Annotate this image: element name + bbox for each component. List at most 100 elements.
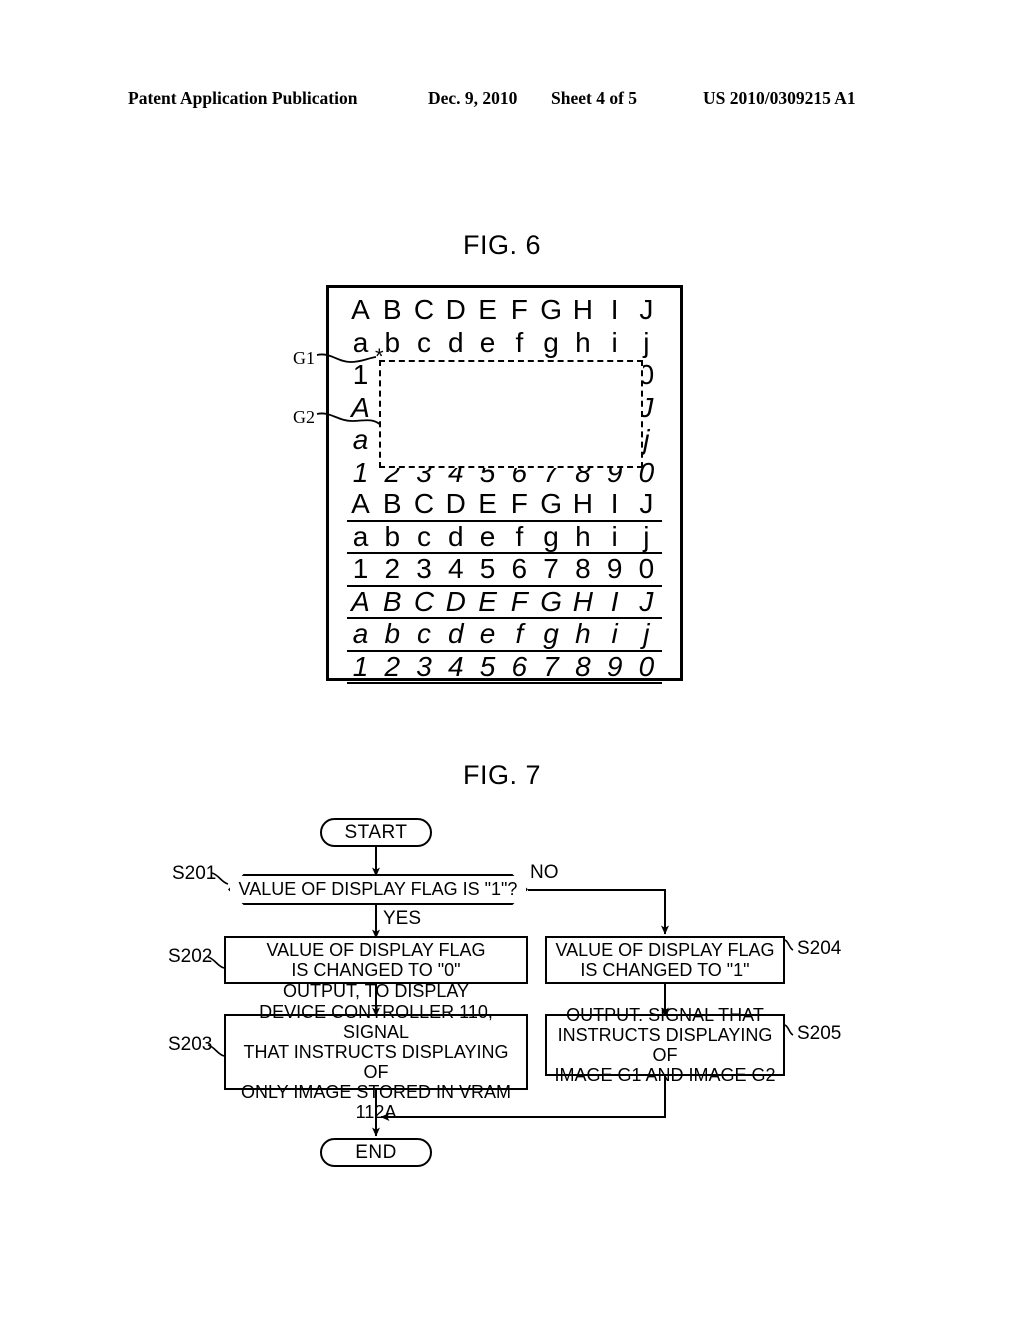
figure-6-glyph: h: [575, 520, 591, 552]
figure-6-glyph: D: [445, 294, 466, 326]
figure-6-glyph: 0: [638, 553, 655, 585]
figure-6-glyph: 1: [352, 553, 369, 585]
figure-6-glyph: B: [382, 585, 402, 617]
flow-node-start[interactable]: START: [320, 818, 432, 847]
figure-6-glyph: i: [611, 520, 618, 552]
page-header: Patent Application Publication Dec. 9, 2…: [0, 88, 1024, 112]
figure-6-row: 1234567890: [347, 554, 662, 587]
figure-6-glyph: G: [540, 294, 562, 326]
figure-6-glyph: A: [351, 294, 370, 326]
figure-6-row: abcdefghij: [347, 619, 662, 652]
leader-line-s205: [784, 1024, 794, 1036]
figure-6-glyph: a: [352, 326, 369, 358]
figure-6-glyph: i: [611, 618, 618, 650]
figure-6-glyph: 5: [479, 553, 496, 585]
figure-6-glyph: D: [445, 585, 466, 617]
figure-6-glyph: I: [610, 294, 619, 326]
figure-6-glyph: G: [540, 585, 562, 617]
figure-6-glyph: F: [510, 488, 528, 520]
figure-6-glyph: f: [515, 326, 524, 358]
step-tag-s203: S203: [168, 1034, 213, 1055]
figure-6-glyph: E: [478, 585, 497, 617]
flow-node-s205[interactable]: OUTPUT. SIGNAL THAT INSTRUCTS DISPLAYING…: [545, 1005, 785, 1085]
figure-6-glyph: j: [643, 326, 650, 358]
figure-6-glyph: g: [543, 520, 559, 552]
figure-6-glyph: G: [540, 488, 562, 520]
edge-s201-no-to-s204: [528, 889, 669, 935]
figure-6-glyph: 3: [416, 650, 432, 682]
figure-6-glyph: C: [413, 294, 435, 326]
step-tag-s201: S201: [172, 863, 217, 884]
figure-6-glyph: d: [448, 326, 464, 358]
figure-6-glyph: F: [510, 294, 528, 326]
edge-label-yes: YES: [383, 908, 422, 929]
figure-6-glyph: b: [384, 520, 401, 552]
figure-6-row: abcdefghij: [347, 520, 662, 554]
edge-label-no: NO: [530, 862, 559, 883]
figure-6-row: ABCDEFGHIJ: [347, 294, 662, 327]
figure-6-glyph: a: [352, 618, 369, 650]
callout-label-g2: G2: [293, 407, 315, 427]
figure-6-glyph: h: [575, 618, 591, 650]
header-date-text: Dec. 9, 2010: [428, 88, 518, 108]
figure-6-glyph: c: [417, 520, 432, 552]
figure-6-glyph: a: [352, 424, 369, 456]
step-tag-s202: S202: [168, 946, 213, 967]
figure-6-glyph: c: [417, 326, 432, 358]
figure-6-glyph: e: [479, 618, 496, 650]
figure-6-glyph: A: [351, 391, 370, 423]
figure-7-caption: FIG. 7: [463, 760, 542, 790]
step-tag-s204: S204: [797, 938, 842, 959]
figure-6-glyph: 1: [352, 456, 369, 488]
figure-6-glyph: 9: [606, 650, 623, 682]
header-publication-text: Patent Application Publication: [128, 88, 358, 108]
figure-6-glyph: j: [643, 618, 650, 650]
callout-label-g1: G1: [293, 348, 315, 368]
figure-6-glyph: 8: [575, 553, 591, 585]
figure-6-glyph: I: [610, 585, 619, 617]
figure-6-glyph: 7: [543, 650, 559, 682]
figure-6-glyph: J: [639, 585, 654, 617]
figure-6-glyph: J: [639, 294, 654, 326]
figure-6-glyph: H: [572, 585, 593, 617]
header-patent-number: US 2010/0309215 A1: [703, 88, 856, 108]
leader-line-s204: [784, 939, 794, 951]
figure-6-glyph: f: [515, 618, 524, 650]
figure-6-glyph: 4: [448, 650, 464, 682]
figure-6-glyph: A: [351, 585, 370, 617]
figure-6-glyph: h: [575, 326, 591, 358]
figure-6-glyph: C: [413, 488, 435, 520]
flow-node-s202[interactable]: VALUE OF DISPLAY FLAG IS CHANGED TO "0": [224, 936, 528, 984]
figure-6-glyph: e: [479, 520, 496, 552]
figure-6-glyph: E: [478, 488, 497, 520]
figure-6-glyph: 4: [448, 553, 464, 585]
flow-node-end[interactable]: END: [320, 1138, 432, 1167]
figure-6-glyph: 3: [416, 553, 432, 585]
figure-6-dashed-region: [379, 360, 643, 468]
figure-6-glyph: c: [417, 618, 432, 650]
figure-6-row: abcdefghij: [347, 327, 662, 360]
figure-6-row: ABCDEFGHIJ: [347, 585, 662, 619]
figure-6-glyph: f: [515, 520, 524, 552]
figure-6-glyph: E: [478, 294, 497, 326]
header-sheet-text: Sheet 4 of 5: [551, 88, 638, 108]
figure-6-glyph: 2: [384, 650, 401, 682]
figure-6-glyph: 6: [511, 650, 528, 682]
figure-6-glyph: 5: [479, 650, 496, 682]
figure-6-glyph: 6: [511, 553, 528, 585]
figure-6-glyph: 0: [638, 650, 655, 682]
step-tag-s205: S205: [797, 1023, 842, 1044]
figure-6-glyph: F: [510, 585, 528, 617]
figure-6-glyph: b: [384, 618, 401, 650]
flow-node-s201-decision[interactable]: VALUE OF DISPLAY FLAG IS "1"?: [228, 874, 528, 905]
asterisk-marker-icon: *: [375, 344, 384, 369]
figure-6-glyph: 1: [352, 650, 369, 682]
figure-6-row: ABCDEFGHIJ: [347, 489, 662, 522]
figure-6-glyph: C: [413, 585, 435, 617]
figure-6-glyph: d: [448, 618, 464, 650]
figure-6-screen-frame: ABCDEFGHIJabcdefghij1234567890ABCDEFGHIJ…: [326, 285, 683, 684]
figure-6-glyph: 2: [384, 553, 401, 585]
flow-node-s203[interactable]: OUTPUT, TO DISPLAY DEVICE CONTROLLER 110…: [224, 981, 528, 1122]
figure-6-glyph-rows: ABCDEFGHIJabcdefghij1234567890ABCDEFGHIJ…: [347, 294, 662, 684]
flow-node-s204[interactable]: VALUE OF DISPLAY FLAG IS CHANGED TO "1": [545, 936, 785, 984]
